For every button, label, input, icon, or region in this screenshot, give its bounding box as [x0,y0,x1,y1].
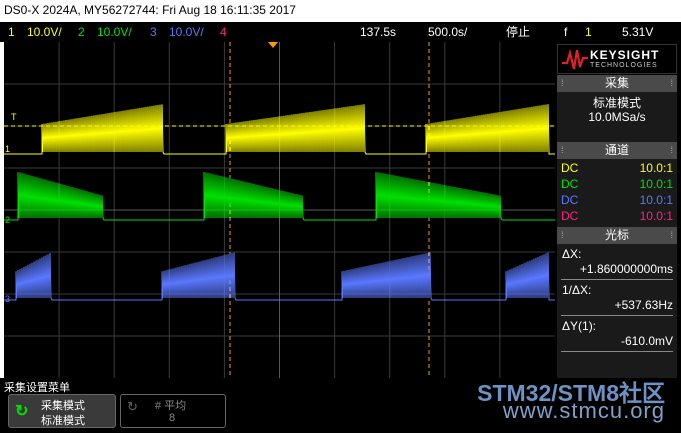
dots-icon: ⁞ [561,78,564,88]
dy-label: ΔY(1): [562,319,597,333]
ch2-scale[interactable]: 10.0V/ [97,22,132,42]
channels-header-label: 通道 [604,143,629,157]
channel-row-3: DC 10.0:1 [561,192,673,208]
ch2-number[interactable]: 2 [78,22,85,42]
softkey2-bottom-label: 8 [169,412,176,424]
watermark-line2: www.stmcu.org [502,398,665,423]
acquire-mode: 标准模式 [592,96,641,110]
keysight-logo: KEYSIGHT TECHNOLOGIES [557,44,677,74]
channel-row-4: DC 10.0:1 [561,208,673,224]
divider [561,315,673,316]
ch4-number[interactable]: 4 [220,22,227,42]
menu-title: 采集设置菜单 [4,382,70,394]
ch3-number[interactable]: 3 [150,22,157,42]
cursors-header-label: 光标 [604,228,629,242]
waveform-canvas[interactable] [4,42,555,378]
trigger-level[interactable]: 5.31V [622,22,653,42]
softkey1-top-label: 采集模式 [41,400,85,412]
window-title: DS0-X 2024A, MY56272744: Fri Aug 18 16:1… [0,0,681,21]
average-count-softkey[interactable]: ↻ # 平均 8 [120,394,226,428]
ch3-ground-marker[interactable]: 3 [5,294,10,304]
delay-readout[interactable]: 137.5s [360,22,396,42]
inv-dx-value: +537.63Hz [614,298,673,312]
channels-section: DC 10.0:1 DC 10.0:1 DC 10.0:1 DC 10.0:1 [557,159,677,227]
ch3-scale[interactable]: 10.0V/ [169,22,204,42]
rotate-knob-icon: ↻ [127,399,138,414]
ch1-number[interactable]: 1 [8,22,15,42]
acquire-header-label: 采集 [604,76,629,90]
softkey2-top-label: # 平均 [155,400,187,412]
trigger-source[interactable]: 1 [585,22,592,42]
ch2-coupling: DC [561,177,579,191]
dots-icon: ⁞ [561,145,564,155]
ch3-probe-ratio: 10.0:1 [639,193,673,207]
ch4-coupling: DC [561,209,579,223]
inv-dx-label: 1/ΔX: [562,283,592,297]
timebase-readout[interactable]: 500.0s/ [428,22,467,42]
ch1-probe-ratio: 10.0:1 [639,161,673,175]
ch4-probe-ratio: 10.0:1 [639,209,673,223]
acquire-mode-softkey[interactable]: ↻ 采集模式 标准模式 [8,394,116,428]
keysight-wave-icon [562,48,588,70]
dx-label: ΔX: [562,247,582,261]
cursors-section: ΔX: +1.860000000ms 1/ΔX: +537.63Hz ΔY(1)… [557,244,677,378]
dots-icon: ⁞ [561,230,564,240]
acquire-section: 标准模式 10.0MSa/s [557,92,677,142]
channel-row-1: DC 10.0:1 [561,160,673,176]
brand-sub: TECHNOLOGIES [590,62,658,69]
ch2-ground-marker[interactable]: 2 [5,215,10,225]
waveform-display[interactable]: T 1 2 3 [4,42,555,378]
dots-icon: ⁞ [670,230,673,240]
softkey1-bottom-label: 标准模式 [41,415,85,427]
trigger-marker: T [11,112,17,122]
acquire-header[interactable]: ⁞ 采集 ⁞ [557,75,677,92]
ch3-coupling: DC [561,193,579,207]
status-bar: 1 10.0V/ 2 10.0V/ 3 10.0V/ 4 137.5s 500.… [0,22,681,42]
rotate-knob-icon: ↻ [15,403,29,420]
cursors-header[interactable]: ⁞ 光标 ⁞ [557,227,677,244]
watermark: STM32/STM8社区 www.stmcu.org [440,370,681,433]
run-state[interactable]: 停止 [506,22,530,42]
ch1-coupling: DC [561,161,579,175]
side-panel: KEYSIGHT TECHNOLOGIES ⁞ 采集 ⁞ 标准模式 10.0MS… [555,42,681,378]
dots-icon: ⁞ [670,78,673,88]
ch1-scale[interactable]: 10.0V/ [27,22,62,42]
channels-header[interactable]: ⁞ 通道 ⁞ [557,142,677,159]
ch1-ground-marker[interactable]: 1 [5,144,10,154]
ch2-probe-ratio: 10.0:1 [639,177,673,191]
trigger-edge-icon[interactable]: f [564,22,567,42]
sample-rate: 10.0MSa/s [588,110,646,124]
brand-name: KEYSIGHT [590,48,660,62]
dy-value: -610.0mV [620,334,673,348]
channel-row-2: DC 10.0:1 [561,176,673,192]
trigger-position-marker [268,42,278,48]
divider [561,351,673,352]
dots-icon: ⁞ [670,145,673,155]
divider [561,279,673,280]
dx-value: +1.860000000ms [579,262,673,276]
